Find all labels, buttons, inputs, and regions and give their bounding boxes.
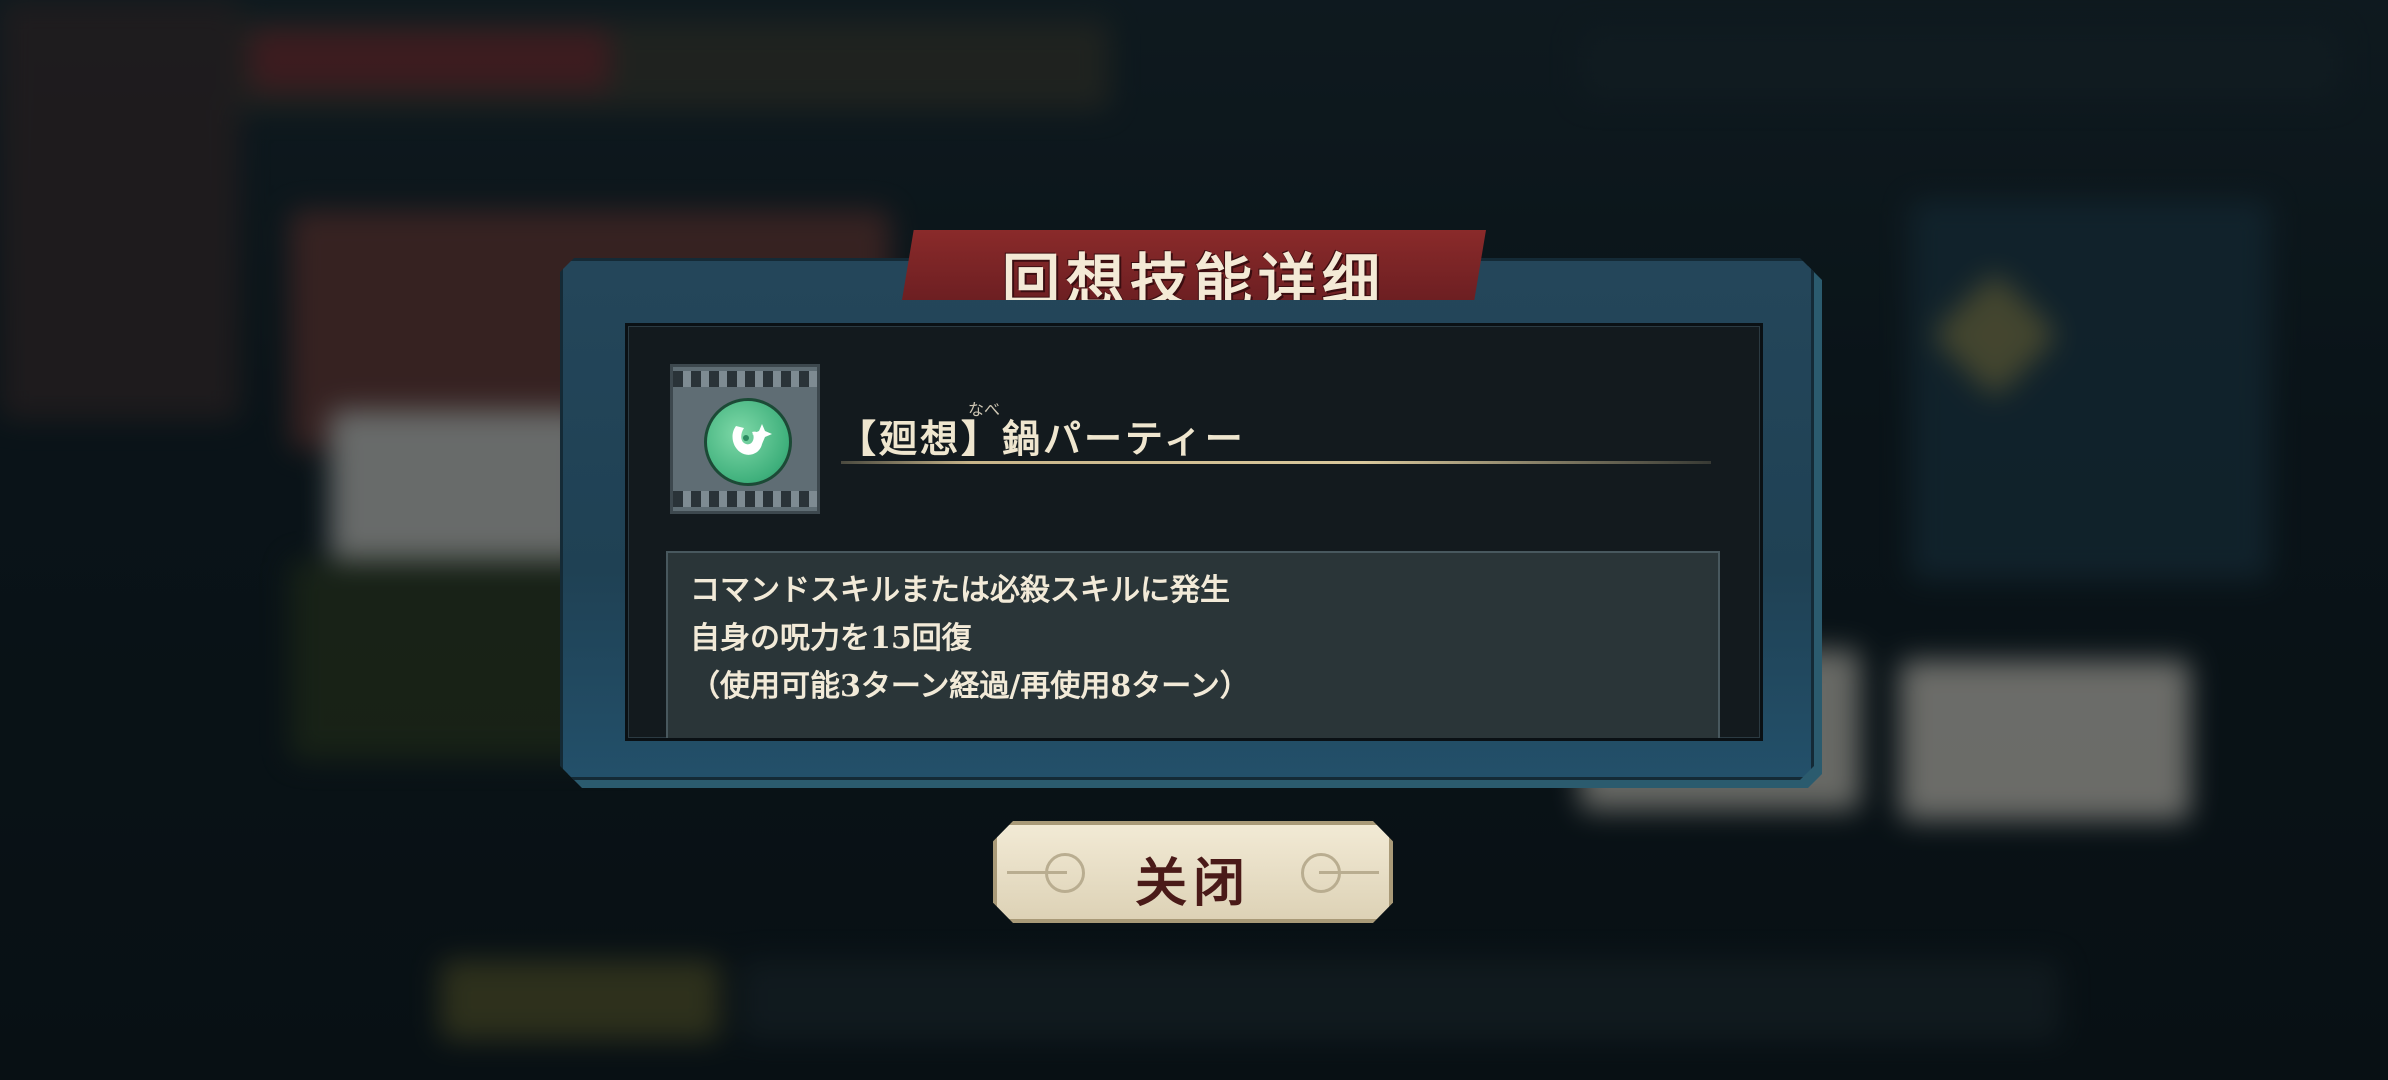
close-button[interactable]: 关闭	[993, 821, 1393, 923]
skill-detail-dialog: なべ 【廻想】鍋パーティー コマンドスキルまたは必殺スキルに発生 自身の呪力を1…	[560, 258, 1822, 788]
description-line: 自身の呪力を15回復	[690, 621, 972, 656]
description-line: （使用可能3ターン経過/再使用8ターン）	[690, 669, 1250, 704]
dialog-content[interactable]: なべ 【廻想】鍋パーティー コマンドスキルまたは必殺スキルに発生 自身の呪力を1…	[625, 323, 1763, 741]
horned-spirit-badge-icon	[704, 398, 792, 486]
game-screen: なべ 【廻想】鍋パーティー コマンドスキルまたは必殺スキルに発生 自身の呪力を1…	[0, 0, 2388, 1080]
dialog-title-banner: 回想技能详细	[902, 230, 1486, 300]
divider	[841, 461, 1711, 464]
skill-description: コマンドスキルまたは必殺スキルに発生 自身の呪力を15回復 （使用可能3ターン経…	[666, 551, 1720, 738]
description-line: コマンドスキルまたは必殺スキルに発生	[690, 573, 1230, 608]
skill-icon-frame	[670, 364, 820, 514]
film-strip-bottom	[673, 491, 817, 507]
film-strip-top	[673, 371, 817, 387]
close-button-label: 关闭	[1134, 853, 1251, 914]
skill-name: 【廻想】鍋パーティー	[838, 416, 1246, 461]
